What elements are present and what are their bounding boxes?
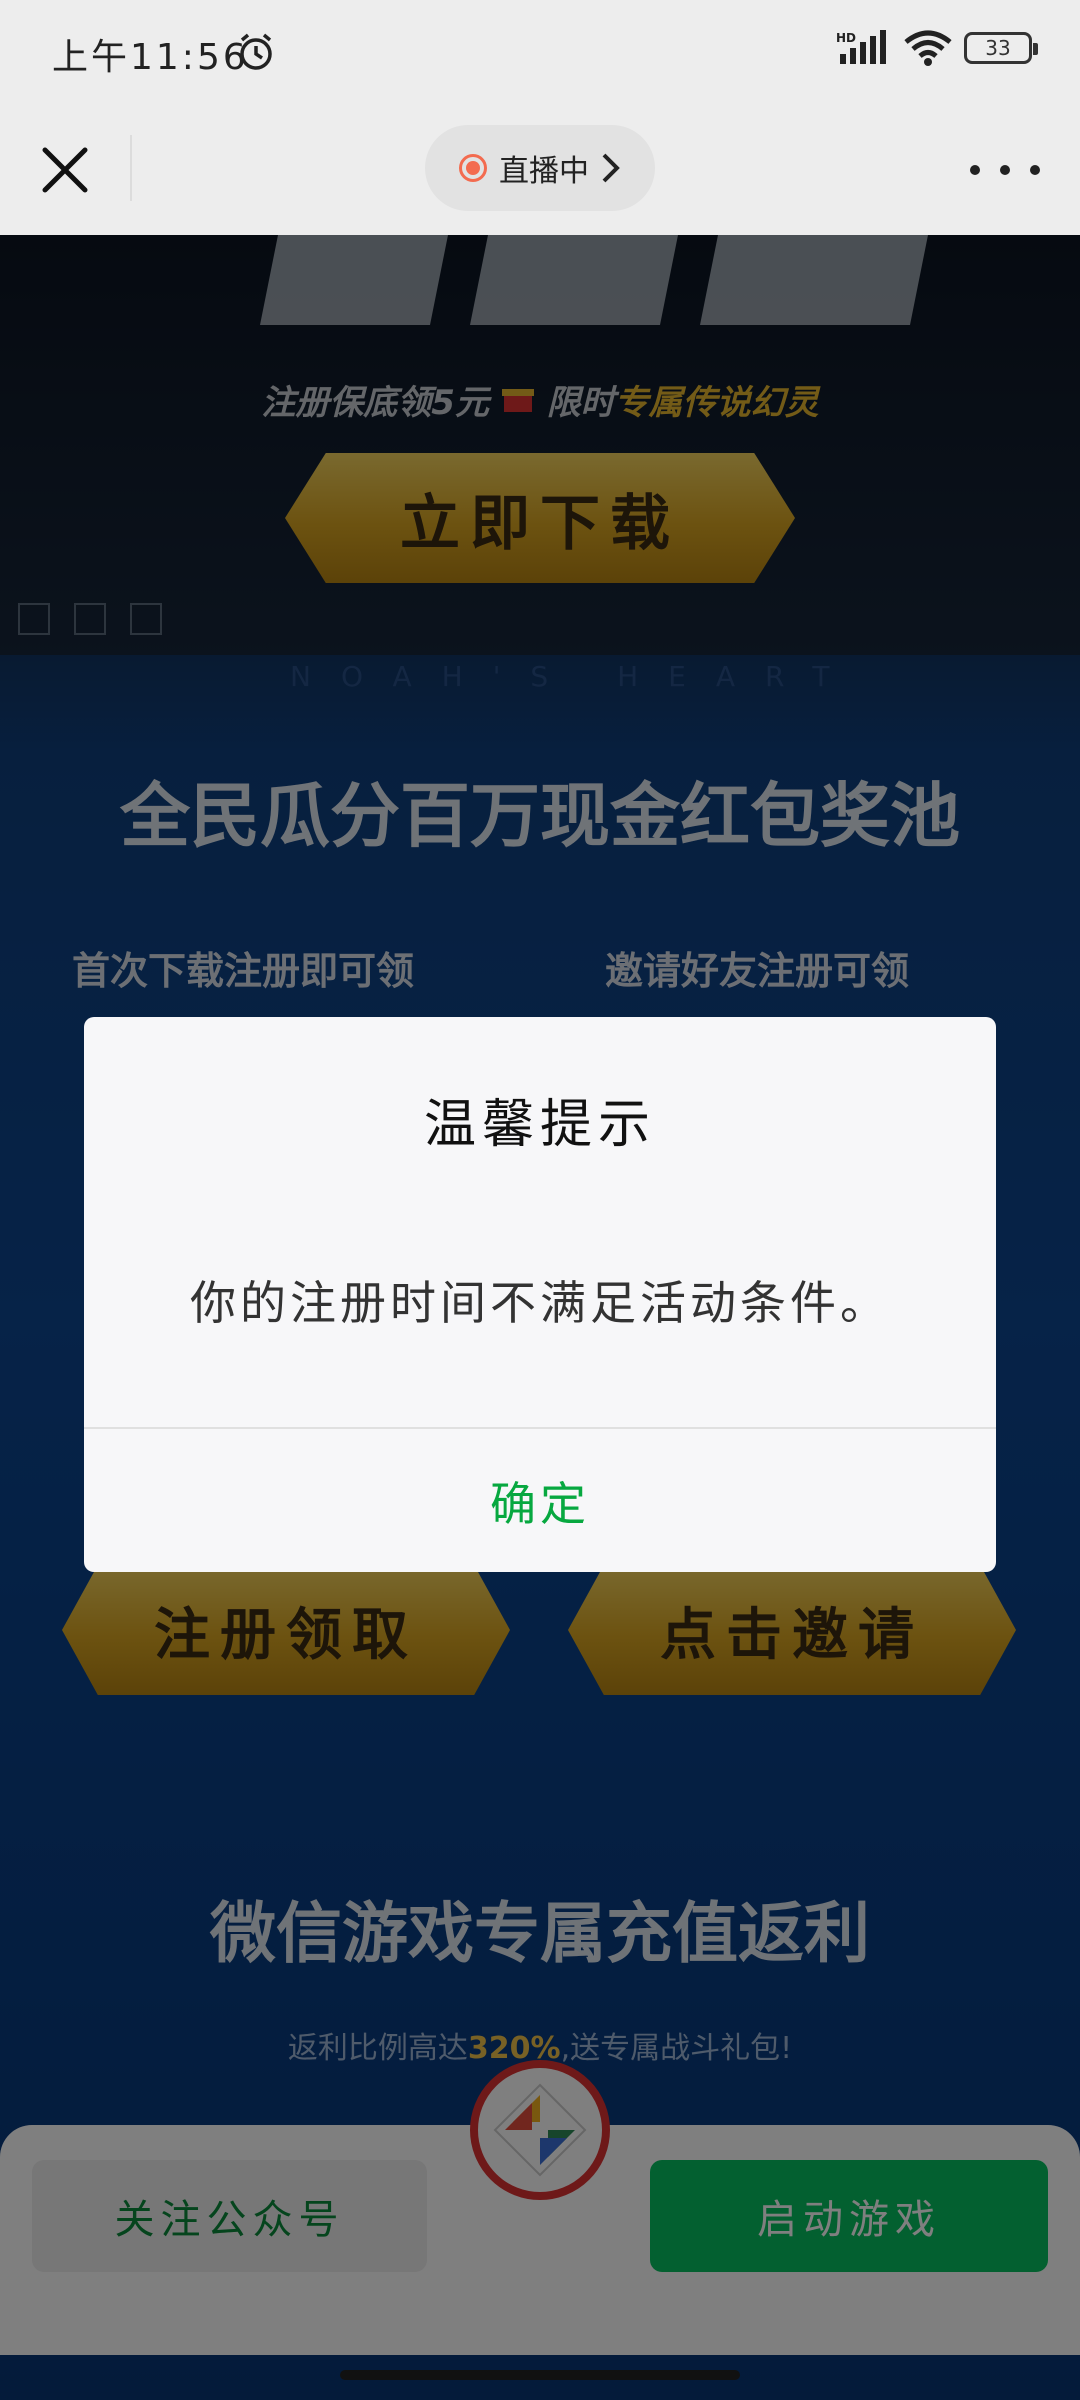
dialog-message: 你的注册时间不满足活动条件。 [190,1276,890,1330]
close-button[interactable] [30,135,100,205]
svg-text:HD: HD [836,31,856,45]
alert-dialog: 温馨提示 你的注册时间不满足活动条件。 确定 [84,1017,996,1572]
close-icon [42,147,88,193]
alarm-icon [236,32,276,72]
title-bar: 直播中 [0,105,1080,235]
wifi-icon [904,30,952,66]
live-label: 直播中 [499,154,589,189]
battery-level: 33 [985,36,1011,60]
confirm-button[interactable]: 确定 [84,1429,996,1572]
dialog-title: 温馨提示 [423,1095,656,1155]
more-icon[interactable] [970,150,1040,190]
status-bar: 上午11:56 HD 33 [0,0,1080,105]
live-dot-icon [459,154,487,182]
live-status-button[interactable]: 直播中 [425,125,655,211]
battery-icon: 33 [964,32,1038,64]
hd-signal-icon: HD [836,30,892,66]
status-time: 上午11:56 [52,37,249,78]
title-divider [130,135,132,201]
chevron-right-icon [602,153,620,183]
